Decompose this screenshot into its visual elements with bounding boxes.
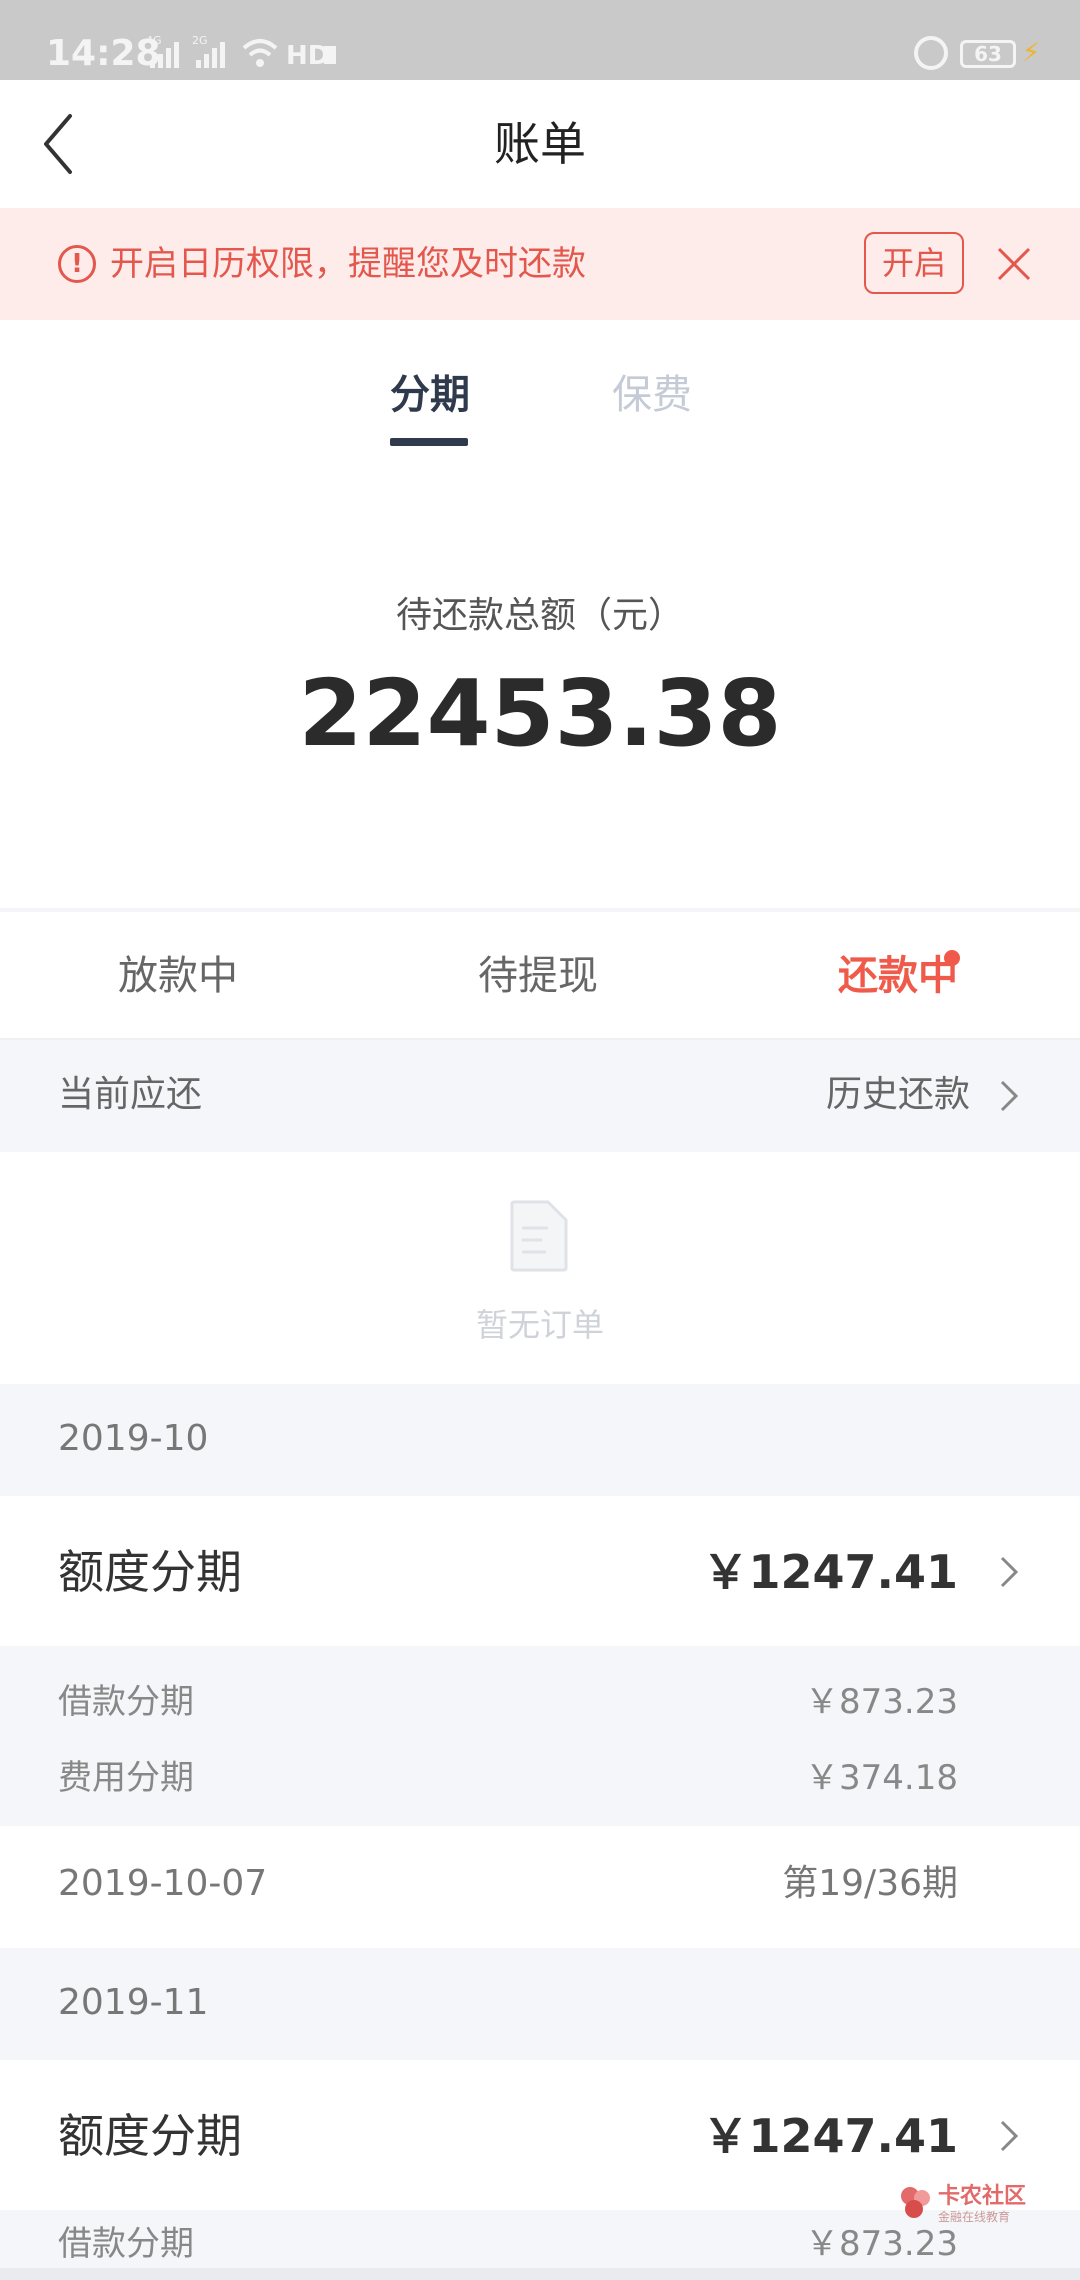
notification-dot (944, 950, 960, 966)
status-time: 14:28 (46, 33, 161, 74)
bottom-strip (0, 2268, 1080, 2280)
tab-repaying[interactable]: 还款中 (838, 948, 958, 1004)
chevron-right-icon[interactable] (998, 1554, 1020, 1590)
signal-4g-label: 4G (146, 34, 162, 47)
installment-period: 第19/36期 (782, 1863, 958, 1904)
battery-icon: 63 (960, 40, 1016, 68)
installment-amount: ￥1247.41 (702, 1545, 958, 1599)
month-label: 2019-10 (58, 1418, 209, 1459)
empty-message: 暂无订单 (475, 1306, 604, 1344)
month-label: 2019-11 (58, 1982, 209, 2023)
watermark-logo-icon (901, 2187, 930, 2218)
warning-icon: ! (58, 245, 96, 283)
detail-row: 借款分期 ￥873.23 (58, 2214, 958, 2274)
current-due-header: 当前应还 历史还款 (0, 1040, 1080, 1152)
installment-name: 额度分期 (58, 2109, 242, 2163)
rotation-lock-icon (914, 36, 948, 70)
watermark: 卡农社区 金融在线教育 (898, 2176, 1028, 2232)
page-title: 账单 (494, 117, 586, 171)
installment-name: 额度分期 (58, 1545, 242, 1599)
loan-status-tabs: 放款中 待提现 还款中 (0, 912, 1080, 1040)
nav-bar: 账单 (0, 80, 1080, 208)
current-due-label: 当前应还 (58, 1074, 203, 1115)
bill-type-tabs: 分期 保费 (0, 320, 1080, 460)
charging-icon: ⚡ (1022, 38, 1041, 68)
document-icon (510, 1200, 568, 1272)
detail-label: 借款分期 (58, 1682, 194, 1722)
signal-2g-label: 2G (192, 34, 208, 47)
signal-4g-icon: 4G (146, 34, 179, 68)
detail-value: ￥873.23 (805, 1682, 958, 1722)
total-outstanding: 待还款总额（元） 22453.38 (0, 460, 1080, 910)
enable-calendar-button[interactable]: 开启 (864, 232, 964, 294)
month-header: 2019-11 (0, 1948, 1080, 2060)
due-date: 2019-10-07 (58, 1863, 268, 1904)
installment-meta: 2019-10-07 第19/36期 (0, 1826, 1080, 1948)
close-icon[interactable] (996, 246, 1032, 282)
detail-label: 借款分期 (58, 2224, 194, 2264)
detail-row: 费用分期 ￥374.18 (58, 1748, 958, 1808)
hd-icon: HD (286, 41, 336, 70)
tab-premium[interactable]: 保费 (612, 370, 692, 420)
empty-state: 暂无订单 (0, 1152, 1080, 1384)
wifi-icon (242, 39, 278, 67)
status-bar: 14:28 4G 2G HD 63 ⚡ (0, 0, 1080, 80)
tab-lending[interactable]: 放款中 (118, 948, 238, 1004)
tab-active-indicator (390, 438, 468, 446)
history-repayment-link[interactable]: 历史还款 (826, 1070, 970, 1120)
watermark-subtitle: 金融在线教育 (938, 2210, 1011, 2224)
detail-row: 借款分期 ￥873.23 (58, 1672, 958, 1732)
tab-pending-withdraw[interactable]: 待提现 (478, 948, 598, 1004)
chevron-right-icon[interactable] (998, 2118, 1020, 2154)
tab-installment[interactable]: 分期 (390, 370, 470, 420)
installment-details: 借款分期 ￥873.23 费用分期 ￥374.18 (0, 1646, 1080, 1826)
total-amount: 22453.38 (298, 660, 782, 767)
hd-label: HD (286, 41, 329, 70)
detail-label: 费用分期 (58, 1758, 194, 1798)
installment-amount: ￥1247.41 (702, 2109, 958, 2163)
signal-2g-icon: 2G (192, 34, 225, 68)
month-header: 2019-10 (0, 1384, 1080, 1496)
banner-text: 开启日历权限，提醒您及时还款 (110, 244, 586, 284)
chevron-right-icon[interactable] (998, 1078, 1020, 1114)
calendar-permission-banner: ! 开启日历权限，提醒您及时还款 开启 (0, 208, 1080, 320)
installment-card-header[interactable]: 额度分期 ￥1247.41 (0, 1496, 1080, 1646)
total-label: 待还款总额（元） (395, 595, 684, 636)
detail-value: ￥374.18 (805, 1758, 958, 1798)
watermark-title: 卡农社区 (938, 2184, 1027, 2209)
